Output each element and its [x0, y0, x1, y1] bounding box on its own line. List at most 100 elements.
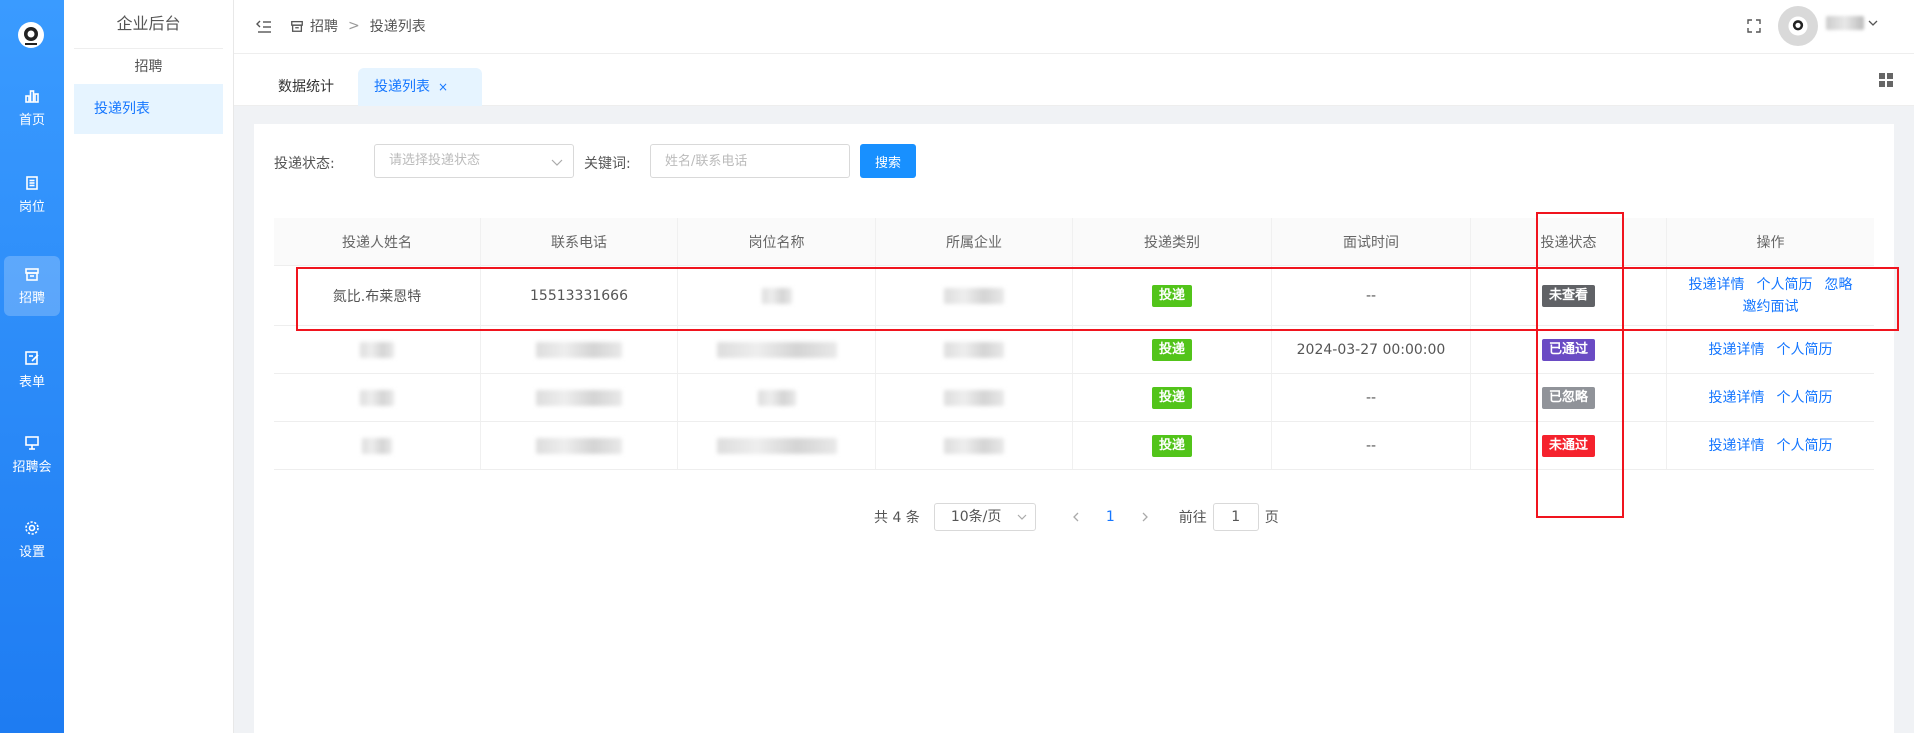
- rail-item-label: 设置: [18, 545, 45, 560]
- goto-page-input[interactable]: 1: [1212, 503, 1259, 531]
- user-menu[interactable]: [1824, 16, 1878, 30]
- cell-position: [678, 374, 876, 421]
- redacted-text: [761, 287, 792, 304]
- tab-label: 投递列表: [374, 79, 430, 95]
- cell-actions: 投递详情 个人简历 忽略 邀约面试: [1667, 266, 1874, 325]
- redacted-text: [536, 341, 622, 358]
- gear-icon: [25, 521, 39, 535]
- cell-status: 已忽略: [1471, 374, 1667, 421]
- submenu-group-title: 招聘: [74, 48, 223, 84]
- chevron-down-icon: [551, 159, 563, 166]
- table-header-row: 投递人姓名 联系电话 岗位名称 所属企业 投递类别 面试时间 投递状态 操作: [274, 218, 1874, 266]
- resume-link[interactable]: 个人简历: [1777, 390, 1833, 406]
- cell-actions: 投递详情 个人简历: [1667, 326, 1874, 373]
- table-row: 氮比.布莱恩特 15513331666 投递 -- 未查看 投递详情 个人简历 忽略…: [274, 266, 1874, 326]
- chevron-down-icon: [1868, 20, 1878, 26]
- page-number-current[interactable]: 1: [1106, 509, 1115, 525]
- fullscreen-icon[interactable]: [1746, 18, 1762, 34]
- rail-item-job-fair[interactable]: 招聘会: [4, 425, 60, 485]
- cell-phone: 15513331666: [481, 266, 678, 325]
- status-select[interactable]: 请选择投递状态: [374, 144, 574, 178]
- redacted-text: [944, 437, 1004, 454]
- search-button[interactable]: 搜索: [860, 144, 916, 178]
- ignore-link[interactable]: 忽略: [1825, 277, 1853, 293]
- redacted-text: [536, 389, 622, 406]
- document-icon: [26, 176, 38, 190]
- cell-interview-time: --: [1272, 374, 1471, 421]
- logo-icon: [16, 20, 46, 50]
- submenu: 企业后台 招聘 投递列表: [64, 0, 234, 733]
- cell-type: 投递: [1073, 422, 1272, 469]
- next-page-icon[interactable]: [1135, 507, 1155, 527]
- status-badge: 已通过: [1541, 338, 1595, 361]
- tabs-bar: 数据统计 投递列表 ×: [234, 54, 1914, 106]
- header-phone: 联系电话: [481, 218, 678, 265]
- rail-item-settings[interactable]: 设置: [4, 510, 60, 570]
- type-tag: 投递: [1151, 386, 1192, 409]
- resume-link[interactable]: 个人简历: [1757, 277, 1813, 293]
- grid-icon[interactable]: [1878, 72, 1894, 88]
- header-position: 岗位名称: [678, 218, 876, 265]
- cell-actions: 投递详情 个人简历: [1667, 422, 1874, 469]
- goto-prefix: 前往: [1178, 510, 1207, 526]
- delivery-detail-link[interactable]: 投递详情: [1709, 438, 1765, 454]
- cell-company: [876, 422, 1073, 469]
- cell-company: [876, 326, 1073, 373]
- avatar[interactable]: [1778, 6, 1818, 46]
- keyword-input[interactable]: [650, 144, 850, 178]
- collapse-menu-icon[interactable]: [254, 17, 274, 37]
- bar-chart-icon: [25, 90, 39, 103]
- delivery-detail-link[interactable]: 投递详情: [1709, 342, 1765, 358]
- status-badge: 未通过: [1541, 434, 1595, 457]
- cell-position: [678, 422, 876, 469]
- rail-item-label: 岗位: [18, 200, 45, 215]
- resume-link[interactable]: 个人简历: [1777, 438, 1833, 454]
- delivery-detail-link[interactable]: 投递详情: [1689, 277, 1745, 293]
- filter-bar: 投递状态: 请选择投递状态 关键词: 搜索: [274, 144, 1174, 180]
- chevron-down-icon: [1017, 514, 1027, 520]
- redacted-text: [360, 341, 394, 358]
- cell-actions: 投递详情 个人简历: [1667, 374, 1874, 421]
- rail-item-forms[interactable]: 表单: [4, 340, 60, 400]
- rail-item-recruit[interactable]: 招聘: [4, 256, 60, 316]
- close-icon[interactable]: ×: [438, 80, 448, 94]
- cell-company: [876, 374, 1073, 421]
- tab-delivery-list[interactable]: 投递列表 ×: [358, 68, 482, 106]
- submenu-item-delivery-list[interactable]: 投递列表: [74, 84, 223, 134]
- cell-type: 投递: [1073, 326, 1272, 373]
- redacted-text: [944, 341, 1004, 358]
- status-badge: 已忽略: [1541, 386, 1595, 409]
- redacted-text: [757, 389, 796, 406]
- cell-phone: [481, 422, 678, 469]
- type-tag: 投递: [1151, 338, 1192, 361]
- page-size-select[interactable]: 10条/页: [933, 503, 1036, 531]
- page-size-value: 10条/页: [950, 509, 1002, 525]
- header-actions: 操作: [1756, 234, 1785, 251]
- delivery-detail-link[interactable]: 投递详情: [1709, 390, 1765, 406]
- breadcrumb: 招聘 > 投递列表: [290, 16, 426, 36]
- rail-item-positions[interactable]: 岗位: [4, 165, 60, 225]
- rail-item-label: 首页: [18, 113, 45, 128]
- rail-item-home[interactable]: 首页: [4, 78, 60, 138]
- cell-status: 未查看: [1471, 266, 1667, 325]
- breadcrumb-separator: >: [348, 18, 360, 34]
- cell-phone: [481, 374, 678, 421]
- tab-statistics[interactable]: 数据统计: [262, 68, 350, 106]
- goto-suffix: 页: [1264, 510, 1279, 526]
- cell-interview-time: --: [1272, 266, 1471, 325]
- cell-name: [274, 326, 481, 373]
- submenu-brand: 企业后台: [116, 14, 181, 33]
- resume-link[interactable]: 个人简历: [1777, 342, 1833, 358]
- table-row: 投递 -- 已忽略 投递详情 个人简历: [274, 374, 1874, 422]
- breadcrumb-root[interactable]: 招聘: [310, 16, 338, 36]
- invite-interview-link[interactable]: 邀约面试: [1743, 299, 1799, 315]
- cell-type: 投递: [1073, 266, 1272, 325]
- cell-interview-time: 2024-03-27 00:00:00: [1272, 326, 1471, 373]
- cell-status: 未通过: [1471, 422, 1667, 469]
- cell-name: [274, 374, 481, 421]
- header-name: 投递人姓名: [274, 218, 481, 265]
- cell-position: [678, 266, 876, 325]
- presentation-icon: [25, 436, 39, 450]
- status-filter-label: 投递状态:: [274, 156, 335, 172]
- prev-page-icon[interactable]: [1066, 507, 1086, 527]
